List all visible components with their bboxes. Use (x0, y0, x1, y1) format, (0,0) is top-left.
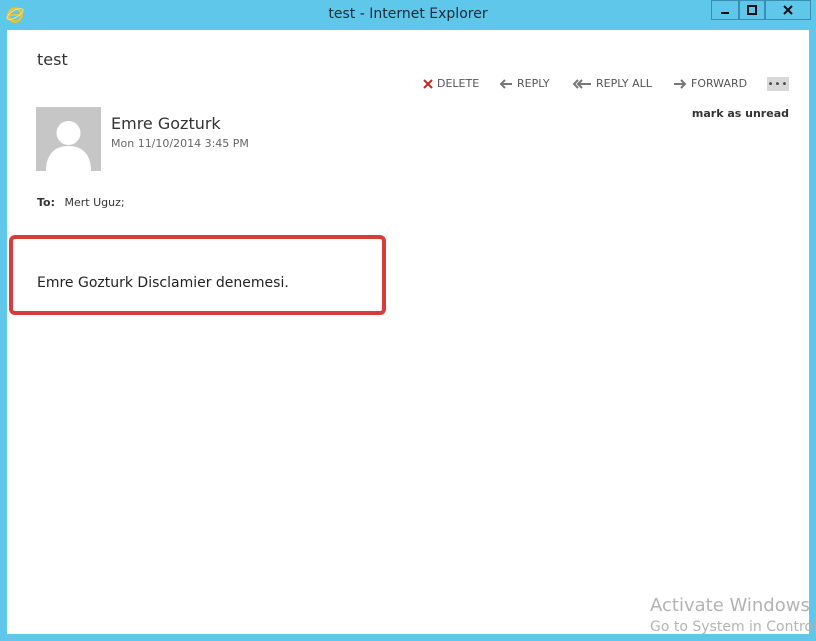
message-subject: test (37, 50, 68, 69)
more-actions-button[interactable]: ••• (767, 77, 789, 91)
person-placeholder-icon (46, 121, 91, 171)
recipients-row: To: Mert Uguz; (37, 196, 125, 209)
title-bar[interactable]: test - Internet Explorer (0, 0, 816, 30)
close-icon (783, 5, 793, 15)
message-body: Emre Gozturk Disclamier denemesi. (37, 275, 289, 291)
reply-all-button[interactable]: REPLY ALL (572, 77, 652, 90)
reply-button[interactable]: REPLY (499, 77, 550, 90)
delete-label: DELETE (437, 77, 480, 90)
delete-button[interactable]: DELETE (423, 77, 479, 90)
recipient-name[interactable]: Mert Uguz; (65, 196, 125, 209)
sent-date: Mon 11/10/2014 3:45 PM (111, 137, 249, 150)
activate-windows-subtitle: Go to System in Control (650, 619, 816, 635)
browser-window: test - Internet Explorer test DELETE REP… (0, 0, 816, 641)
delete-x-icon (423, 78, 433, 89)
reply-all-label: REPLY ALL (596, 77, 652, 90)
window-title: test - Internet Explorer (328, 6, 488, 22)
forward-button[interactable]: FORWARD (673, 77, 747, 90)
reply-all-arrow-icon (572, 78, 591, 89)
maximize-icon (747, 5, 757, 15)
forward-arrow-icon (674, 78, 687, 89)
reply-arrow-icon (499, 78, 512, 89)
sender-name: Emre Gozturk (111, 114, 221, 133)
activate-windows-watermark: Activate Windows Go to System in Control (650, 595, 816, 635)
close-button[interactable] (765, 0, 811, 20)
reply-label: REPLY (517, 77, 550, 90)
avatar (36, 107, 101, 171)
minimize-icon (721, 12, 729, 14)
minimize-button[interactable] (711, 0, 739, 20)
forward-label: FORWARD (691, 77, 748, 90)
mark-as-unread-link[interactable]: mark as unread (692, 107, 789, 120)
to-label: To: (37, 196, 55, 209)
activate-windows-title: Activate Windows (650, 595, 810, 616)
message-pane: test DELETE REPLY REPLY ALL FORWARD ••• … (7, 30, 816, 635)
maximize-button[interactable] (739, 0, 765, 20)
